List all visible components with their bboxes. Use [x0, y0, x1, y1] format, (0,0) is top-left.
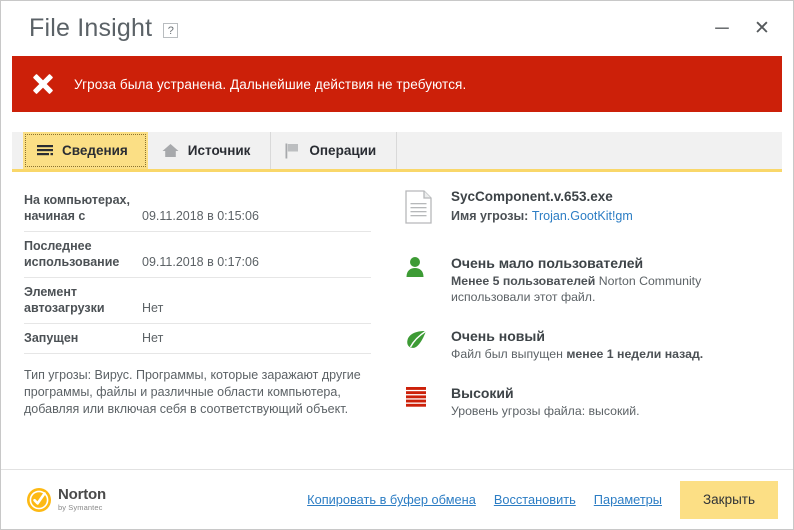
- detail-row: Запущен Нет: [24, 324, 371, 354]
- detail-label: Последнее использование: [24, 239, 120, 269]
- reputation-age: Очень новый Файл был выпущен менее 1 нед…: [405, 327, 772, 362]
- close-icon[interactable]: ✕: [745, 12, 779, 46]
- norton-wordmark: Norton by Symantec: [58, 487, 106, 512]
- norton-checkmark-icon: [27, 487, 51, 512]
- tab-svedeniya[interactable]: Сведения: [23, 132, 148, 169]
- detail-label: Элемент автозагрузки: [24, 285, 105, 315]
- footer-bar: Norton by Symantec Копировать в буфер об…: [1, 469, 793, 529]
- detail-label: Запущен: [24, 331, 79, 345]
- user-icon: [405, 254, 451, 278]
- reputation-panel: SycComponent.v.653.exe Имя угрозы: Troja…: [393, 172, 782, 469]
- detail-row: Последнее использование 09.11.2018 в 0:1…: [24, 232, 371, 278]
- norton-tagline: by Symantec: [58, 503, 103, 513]
- reputation-threat-level-body: Высокий Уровень угрозы файла: высокий.: [451, 384, 640, 419]
- tab-label: Источник: [187, 143, 251, 158]
- page-title: File Insight: [29, 14, 153, 42]
- threat-description: Тип угрозы: Вирус. Программы, которые за…: [24, 368, 361, 416]
- threat-name-label: Имя угрозы:: [451, 209, 529, 223]
- detail-value: 09.11.2018 в 0:17:06: [142, 255, 259, 269]
- tab-strip: Сведения Источник Операции: [12, 132, 782, 172]
- reputation-users: Очень мало пользователей Менее 5 пользов…: [405, 254, 772, 305]
- reputation-title: Очень мало пользователей: [451, 255, 644, 271]
- threat-bars-icon: [405, 384, 451, 408]
- status-banner-message: Угроза была устранена. Дальнейшие действ…: [74, 76, 467, 92]
- detail-label: На компьютерах, начиная с: [24, 193, 130, 223]
- restore-link[interactable]: Восстановить: [494, 492, 576, 507]
- norton-logo: Norton by Symantec: [26, 487, 106, 513]
- reputation-threat-level: Высокий Уровень угрозы файла: высокий.: [405, 384, 772, 419]
- detail-row: Элемент автозагрузки Нет: [24, 278, 371, 324]
- tab-label: Операции: [309, 143, 377, 158]
- list-lines-icon: [37, 144, 53, 158]
- reputation-age-body: Очень новый Файл был выпущен менее 1 нед…: [451, 327, 703, 362]
- norton-brand-name: Norton: [58, 486, 106, 504]
- file-name: SycComponent.v.653.exe: [451, 189, 613, 204]
- reputation-subtext: Уровень угрозы файла: высокий.: [451, 404, 640, 418]
- document-icon: [405, 188, 451, 224]
- file-insight-window: File Insight ? ─ ✕ Угроза была устранена…: [0, 0, 794, 530]
- reputation-subtext: Менее 5 пользователей Norton Community и…: [451, 273, 751, 305]
- window-controls: ─ ✕: [705, 12, 779, 46]
- threat-name-link[interactable]: Trojan.GootKit!gm: [532, 209, 633, 223]
- reputation-title: Очень новый: [451, 328, 545, 344]
- reputation-subtext-bold: менее 1 недели назад.: [566, 347, 704, 361]
- x-mark-icon: [12, 69, 74, 99]
- reputation-subtext-pre: Файл был выпущен: [451, 347, 567, 361]
- details-panel: На компьютерах, начиная с 09.11.2018 в 0…: [12, 172, 393, 469]
- minimize-button[interactable]: ─: [705, 12, 739, 46]
- reputation-users-body: Очень мало пользователей Менее 5 пользов…: [451, 254, 751, 305]
- home-icon: [162, 143, 179, 158]
- file-identity: SycComponent.v.653.exe Имя угрозы: Troja…: [405, 188, 772, 224]
- tab-label: Сведения: [62, 143, 128, 158]
- file-identity-body: SycComponent.v.653.exe Имя угрозы: Troja…: [451, 188, 633, 223]
- content-area: На компьютерах, начиная с 09.11.2018 в 0…: [1, 172, 793, 469]
- copy-to-clipboard-link[interactable]: Копировать в буфер обмена: [307, 492, 476, 507]
- footer-links: Копировать в буфер обмена Восстановить П…: [307, 492, 680, 507]
- tab-istochnik[interactable]: Источник: [147, 132, 272, 169]
- close-button[interactable]: Закрыть: [680, 480, 778, 519]
- detail-row: На компьютерах, начиная с 09.11.2018 в 0…: [24, 186, 371, 232]
- tab-strip-filler: [397, 132, 782, 169]
- title-bar: File Insight ? ─ ✕: [1, 1, 793, 56]
- status-banner: Угроза была устранена. Дальнейшие действ…: [12, 56, 782, 112]
- tab-operacii[interactable]: Операции: [271, 132, 398, 169]
- detail-value: Нет: [142, 331, 164, 345]
- leaf-icon: [405, 327, 451, 351]
- help-icon[interactable]: ?: [163, 23, 179, 38]
- options-link[interactable]: Параметры: [594, 492, 662, 507]
- threat-name-row: Имя угрозы: Trojan.GootKit!gm: [451, 209, 633, 223]
- reputation-subtext: Файл был выпущен менее 1 недели назад.: [451, 346, 703, 362]
- flag-icon: [285, 143, 300, 159]
- reputation-title: Высокий: [451, 385, 514, 401]
- detail-value: Нет: [142, 301, 164, 315]
- detail-value: 09.11.2018 в 0:15:06: [142, 209, 259, 223]
- reputation-subtext-bold: Менее 5 пользователей: [451, 274, 596, 288]
